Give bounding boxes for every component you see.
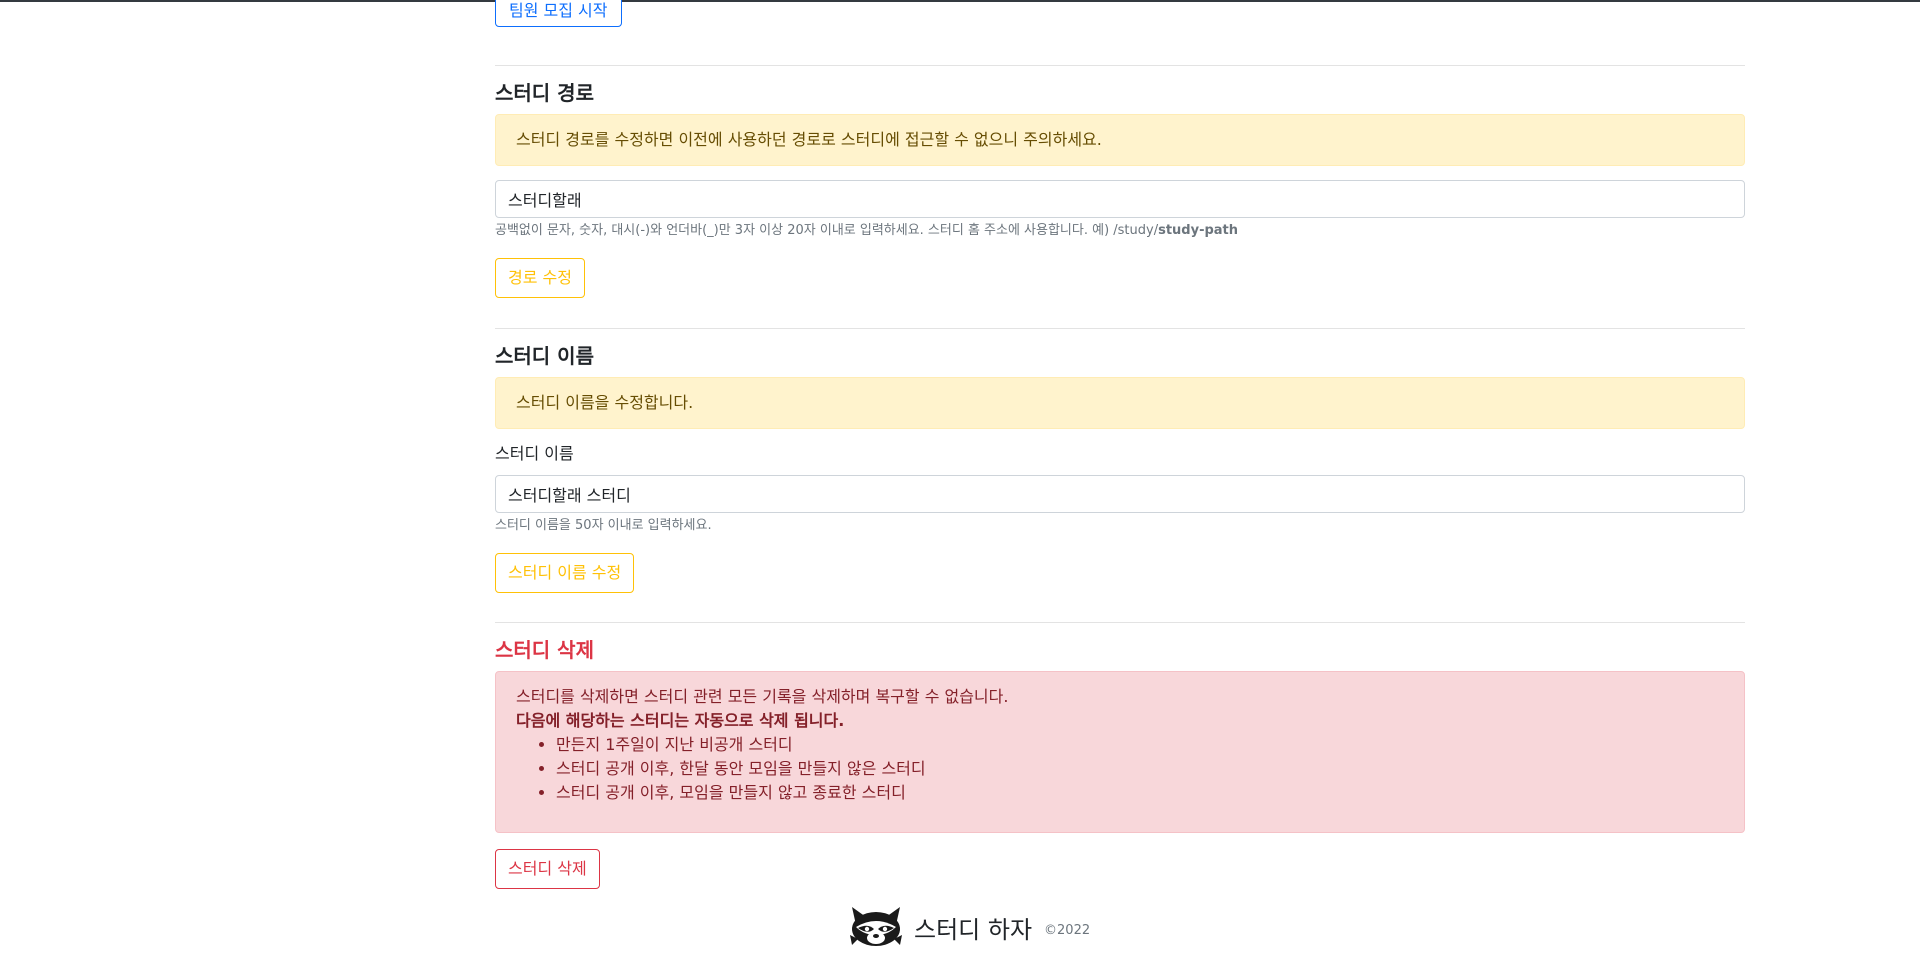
raccoon-logo-icon <box>848 905 904 949</box>
list-item: 스터디 공개 이후, 모임을 만들지 않고 종료한 스터디 <box>556 781 1724 805</box>
divider <box>495 65 1745 66</box>
divider <box>495 328 1745 329</box>
list-item: 스터디 공개 이후, 한달 동안 모임을 만들지 않은 스터디 <box>556 757 1724 781</box>
path-warning-alert: 스터디 경로를 수정하면 이전에 사용하던 경로로 스터디에 접근할 수 없으니… <box>495 114 1745 166</box>
delete-study-button[interactable]: 스터디 삭제 <box>495 849 600 889</box>
name-info-alert: 스터디 이름을 수정합니다. <box>495 377 1745 429</box>
list-item: 만든지 1주일이 지난 비공개 스터디 <box>556 733 1724 757</box>
footer-brand: 스터디 하자 <box>914 915 1033 944</box>
path-section-title: 스터디 경로 <box>495 81 594 105</box>
path-help-text: 공백없이 문자, 숫자, 대시(-)와 언더바(_)만 3자 이상 20자 이내… <box>495 222 1238 240</box>
top-border <box>0 0 1920 2</box>
delete-warning-alert: 스터디를 삭제하면 스터디 관련 모든 기록을 삭제하며 복구할 수 없습니다.… <box>495 671 1745 833</box>
name-help-text: 스터디 이름을 50자 이내로 입력하세요. <box>495 518 712 533</box>
auto-delete-rules-list: 만든지 1주일이 지난 비공개 스터디 스터디 공개 이후, 한달 동안 모임을… <box>516 733 1724 805</box>
path-help-example: study-path <box>1158 223 1239 238</box>
footer-copyright: ©2022 <box>1044 922 1091 938</box>
update-name-button[interactable]: 스터디 이름 수정 <box>495 553 635 593</box>
delete-section-title: 스터디 삭제 <box>495 638 594 662</box>
start-recruit-button[interactable]: 팀원 모집 시작 <box>495 0 622 27</box>
name-section-title: 스터디 이름 <box>495 344 594 368</box>
study-name-input[interactable] <box>495 475 1745 513</box>
delete-warning-line2: 다음에 해당하는 스터디는 자동으로 삭제 됩니다. <box>516 711 845 730</box>
study-path-input[interactable] <box>495 180 1745 218</box>
footer: 스터디 하자 ©2022 <box>848 905 1090 949</box>
study-name-label: 스터디 이름 <box>495 444 574 463</box>
delete-warning-line1: 스터디를 삭제하면 스터디 관련 모든 기록을 삭제하며 복구할 수 없습니다. <box>516 687 1009 706</box>
path-help-prefix: 공백없이 문자, 숫자, 대시(-)와 언더바(_)만 3자 이상 20자 이내… <box>495 223 1159 238</box>
divider <box>495 622 1745 623</box>
update-path-button[interactable]: 경로 수정 <box>495 258 585 298</box>
